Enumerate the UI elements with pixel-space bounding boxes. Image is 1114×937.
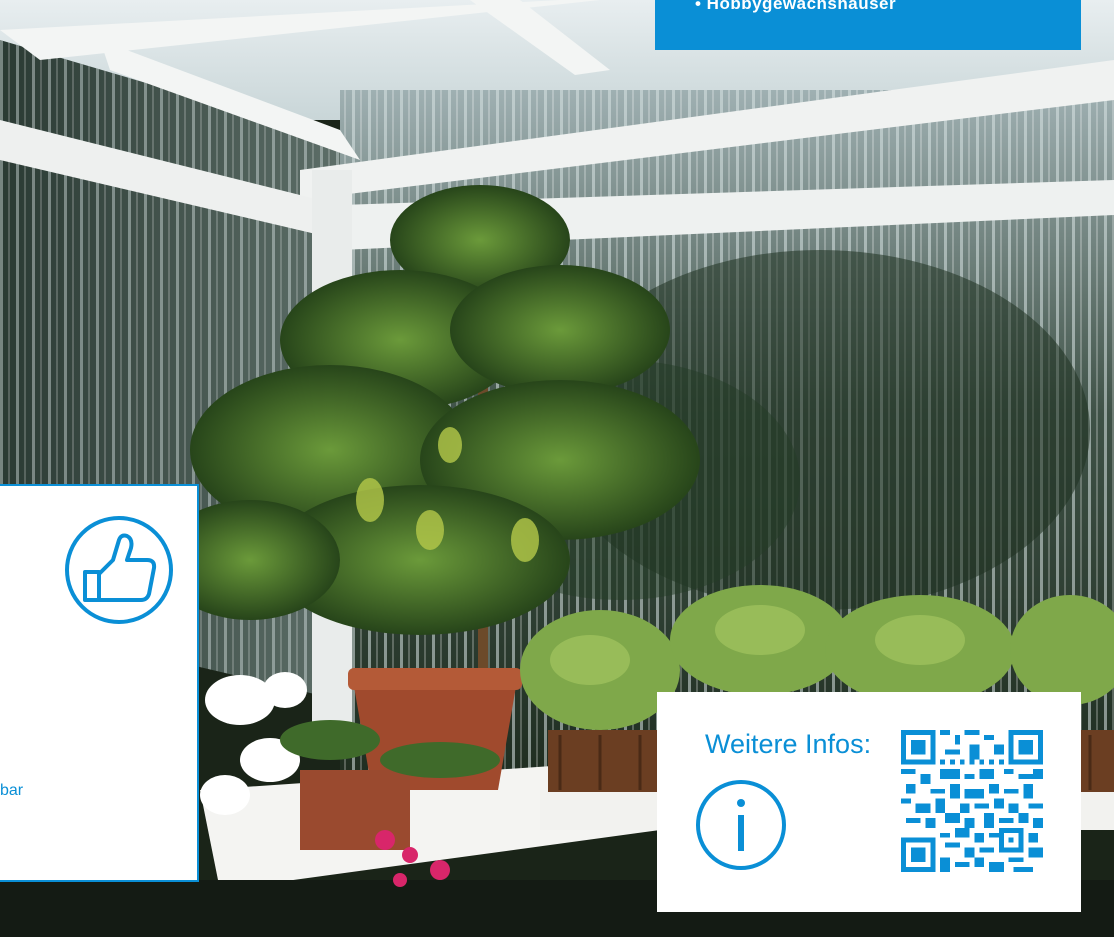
- advantages-panel: bar: [0, 484, 199, 882]
- more-info-box: Weitere Infos:: [657, 692, 1081, 912]
- info-icon: [695, 779, 787, 876]
- thumbs-up-icon: [63, 514, 175, 631]
- qr-code[interactable]: [901, 730, 1043, 877]
- top-info-box: • Hobbygewächshäuser: [655, 0, 1081, 50]
- panel-text-fragment: bar: [0, 782, 24, 799]
- top-list-item: • Hobbygewächshäuser: [695, 0, 897, 13]
- more-info-heading: Weitere Infos:: [705, 729, 872, 759]
